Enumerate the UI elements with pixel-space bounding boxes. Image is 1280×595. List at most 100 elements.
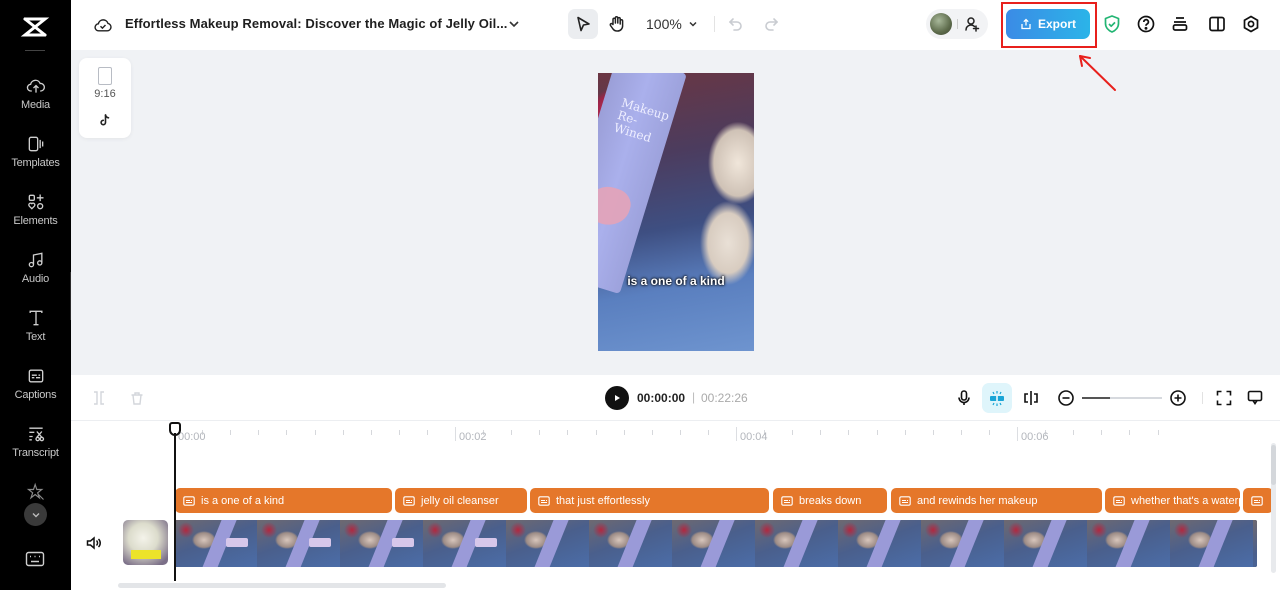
ruler-tick [230,430,232,435]
aspect-ratio-card[interactable]: 9:16 [79,58,131,138]
ruler-tick [595,430,597,435]
sidebar-item-label: Transcript [12,447,59,459]
portrait-ratio-icon [98,67,112,85]
ruler-label: 00:02 [459,431,487,443]
caption-icon [183,495,195,506]
sidebar-item-templates[interactable]: Templates [0,134,71,186]
magnet-snap-button[interactable] [982,383,1012,413]
redo-icon[interactable] [761,14,781,34]
ruler-tick [258,430,260,435]
zoom-level-dropdown[interactable]: 100% [646,16,698,32]
video-frame-thumbnail [423,520,506,567]
stack-icon [1172,17,1188,31]
timeline-zoom-slider[interactable] [1082,397,1162,399]
keyboard-icon[interactable] [25,551,45,567]
help-button[interactable] [1135,13,1157,35]
ruler-tick [342,430,344,435]
play-button[interactable] [605,386,629,410]
chevron-down-icon[interactable] [507,17,521,31]
video-frame-thumbnail [506,520,589,567]
sidebar-item-label: Templates [11,157,60,169]
zoom-out-icon [1058,390,1074,406]
zoom-out-timeline-button[interactable] [1056,388,1076,408]
caption-clip[interactable]: and rewinds her makeup [891,488,1102,513]
ruler-tick [651,430,653,435]
caption-clip[interactable]: jelly oil cleanser [395,488,527,513]
panel-layout-button[interactable] [1206,13,1228,35]
sidebar-item-label: Text [25,331,46,343]
chevron-down-icon [689,21,697,27]
sidebar-item-transcript[interactable]: Transcript [0,424,71,476]
hand-icon [609,16,624,32]
snap-icon [990,391,1004,406]
sidebar-item-audio[interactable]: Audio [0,250,71,302]
capcut-logo[interactable] [20,12,50,42]
video-frame-thumbnail [1253,520,1257,567]
undo-icon[interactable] [726,14,746,34]
timeline: 00:00 00:02 00:04 00:06 is a one of a kind j… [71,421,1280,595]
more-tools-button[interactable] [24,503,47,526]
caption-clip[interactable]: is a one of a kind [175,488,392,513]
split-center-button[interactable] [1021,388,1041,408]
timeline-ruler[interactable]: 00:00 00:02 00:04 00:06 [174,421,1274,445]
caption-icon [1113,495,1125,506]
playhead[interactable] [169,421,181,581]
split-button[interactable] [89,388,109,408]
cloud-saved-icon[interactable] [93,15,113,35]
shield-check-icon [1104,15,1120,33]
caption-clip[interactable]: that just effortlessly [530,488,769,513]
select-tool-button[interactable] [568,9,598,39]
video-frame-thumbnail [755,520,838,567]
speaker-icon[interactable] [85,534,103,552]
caption-clip[interactable]: whether that's a waterproof [1105,488,1240,513]
video-track[interactable] [174,520,1257,567]
ruler-tick [988,430,990,435]
ruler-tick [539,430,541,435]
product-text: Makeup Re-Wined [612,95,671,146]
caption-icon [538,495,550,506]
record-voice-button[interactable] [954,388,974,408]
hand-tool-button[interactable] [602,9,632,39]
export-button[interactable]: Export [1006,9,1090,39]
sidebar-item-elements[interactable]: Elements [0,192,71,244]
cover-thumbnail[interactable] [123,520,168,565]
split-icon [94,391,104,405]
add-user-icon[interactable] [963,15,981,33]
video-frame-thumbnail [1004,520,1087,567]
sidebar-item-media[interactable]: Media [0,76,71,128]
project-title[interactable]: Effortless Makeup Removal: Discover the … [125,16,508,31]
sidebar-item-captions[interactable]: Captions [0,366,71,418]
collaboration-group [926,9,988,39]
align-center-split-icon [1024,391,1038,405]
sidebar: Media Templates Elements Audio Text Capt… [0,0,71,590]
sidebar-item-label: Captions [14,389,57,401]
sidebar-item-text[interactable]: Text [0,308,71,360]
vertical-scrollbar[interactable] [1271,443,1276,573]
delete-button[interactable] [127,388,147,408]
caption-clip[interactable]: breaks down [773,488,887,513]
layers-button[interactable] [1169,13,1191,35]
playhead-line [174,433,176,581]
fullscreen-button[interactable] [1214,388,1234,408]
logo-divider [25,50,45,51]
aspect-ratio-label: 9:16 [94,88,116,100]
sidebar-item-label: Media [21,99,50,111]
horizontal-scrollbar[interactable] [118,583,446,588]
security-shield-button[interactable] [1101,13,1123,35]
ruler-tick [1129,430,1131,435]
ruler-tick [370,430,372,435]
ruler-tick [1073,430,1075,435]
video-caption-text[interactable]: is a one of a kind [598,274,754,288]
settings-button[interactable] [1240,13,1262,35]
scrollbar-thumb[interactable] [1271,445,1276,485]
avatar[interactable] [930,13,952,35]
ruler-tick [932,430,934,435]
ruler-label: 00:04 [740,431,768,443]
feedback-button[interactable] [1245,388,1265,408]
text-icon [29,310,42,326]
caption-clip[interactable] [1243,488,1273,513]
zoom-in-timeline-button[interactable] [1168,388,1188,408]
caption-clip-text: and rewinds her makeup [917,494,1038,507]
captions-icon [28,369,43,383]
video-preview[interactable]: Makeup Re-Wined is a one of a kind [598,73,754,351]
